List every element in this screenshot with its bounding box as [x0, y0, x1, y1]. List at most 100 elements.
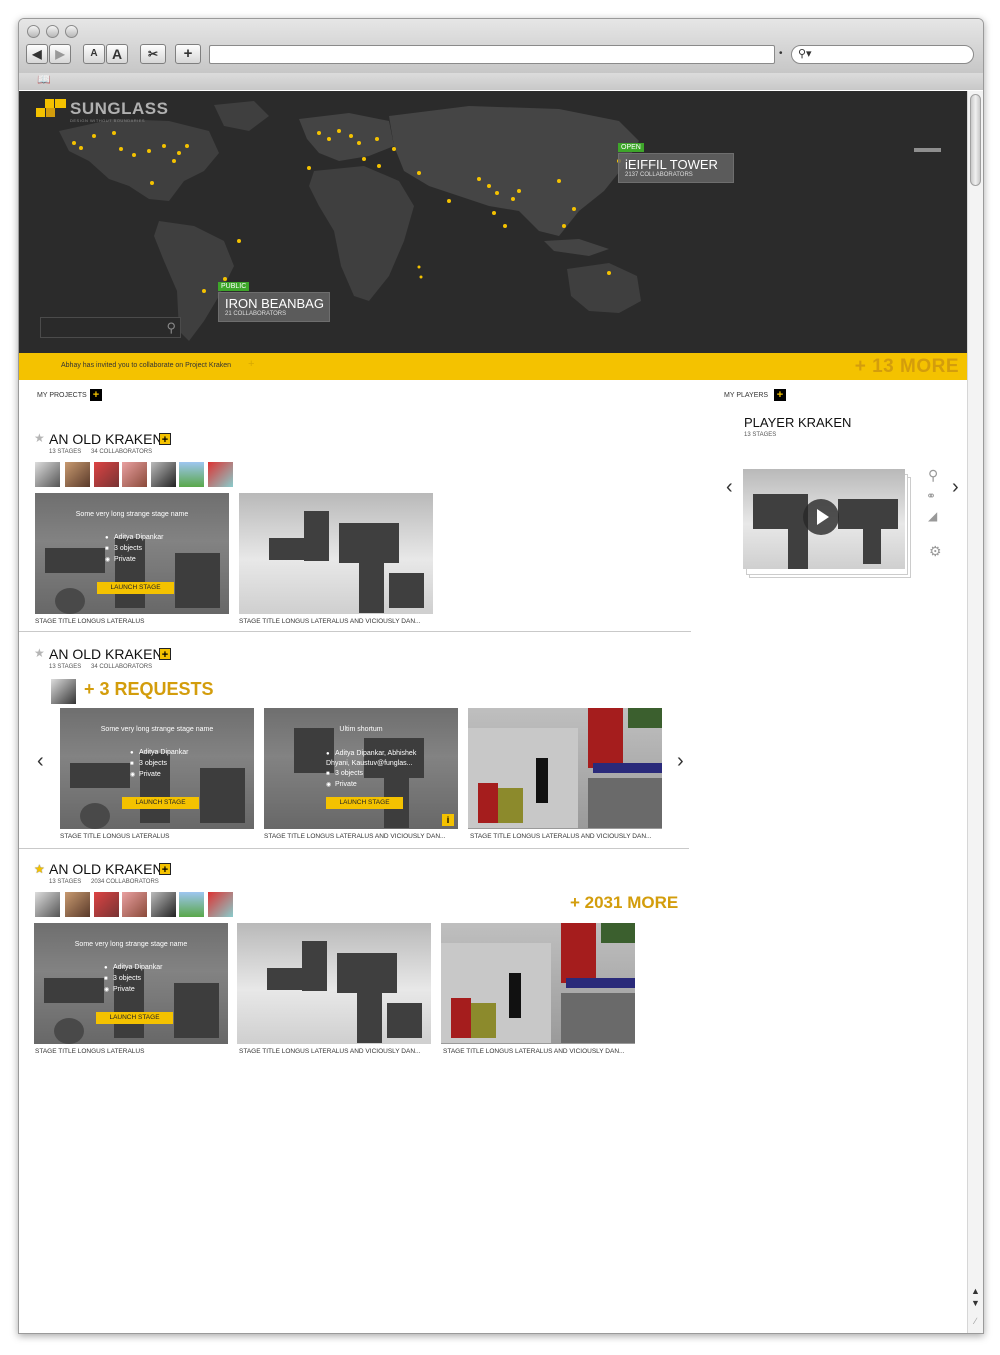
project-stages: 13 STAGES — [49, 664, 82, 670]
world-map-hero: SUNGLASS DESIGN WITHOUT BOUNDARIES OPEN … — [19, 91, 967, 353]
stage-caption[interactable]: STAGE TITLE LONGUS LATERALUS — [35, 1048, 144, 1055]
scroll-down-icon[interactable]: ▼ — [968, 1298, 983, 1308]
stage-caption[interactable]: STAGE TITLE LONGUS LATERALUS — [60, 833, 169, 840]
more-notifications-link[interactable]: + 13 MORE — [855, 356, 959, 378]
map-project-pin[interactable]: OPEN iEIFFIL TOWER 2137 COLLABORATORS — [618, 143, 734, 183]
gear-icon[interactable]: ⚙ — [929, 543, 942, 560]
text-larger-button[interactable]: A — [106, 44, 128, 64]
map-project-pin[interactable]: PUBLIC IRON BEANBAG 21 COLLABORATORS — [218, 282, 330, 322]
stage-card[interactable] — [441, 923, 635, 1044]
add-stage-button[interactable]: + — [159, 648, 171, 661]
objects-icon: ■ — [326, 771, 330, 777]
link-icon[interactable]: ⚭ — [926, 489, 936, 503]
avatar[interactable] — [207, 461, 234, 488]
accept-invite-button[interactable]: + — [248, 358, 254, 370]
avatar[interactable] — [93, 461, 120, 488]
stage-objects: ■ 3 objects — [130, 760, 168, 767]
collapse-map-button[interactable] — [914, 148, 941, 152]
chevron-left-icon[interactable]: ‹ — [37, 750, 44, 773]
stage-info-overlay: Some very long strange stage name ● Adity… — [34, 923, 228, 1044]
info-icon[interactable]: i — [442, 814, 454, 826]
avatar[interactable] — [93, 891, 120, 918]
search-icon[interactable]: ⚲ — [166, 320, 176, 336]
chevron-right-icon[interactable]: › — [952, 476, 959, 499]
signal-icon[interactable]: ◢ — [928, 509, 937, 523]
project-title[interactable]: AN OLD KRAKEN — [49, 431, 163, 447]
scrollbar-thumb[interactable] — [970, 94, 981, 186]
avatar[interactable] — [121, 461, 148, 488]
avatar[interactable] — [207, 891, 234, 918]
project-title[interactable]: AN OLD KRAKEN — [49, 646, 163, 662]
bookmark-scissors-icon[interactable]: ✂ — [140, 44, 166, 64]
star-icon[interactable]: ★ — [34, 431, 45, 445]
stage-card[interactable]: Some very long strange stage name ● Adity… — [35, 493, 229, 614]
add-stage-button[interactable]: + — [159, 433, 171, 446]
stage-caption[interactable]: STAGE TITLE LONGUS LATERALUS AND VICIOUS… — [239, 618, 420, 625]
add-stage-button[interactable]: + — [159, 863, 171, 876]
avatar[interactable] — [34, 461, 61, 488]
stage-caption[interactable]: STAGE TITLE LONGUS LATERALUS AND VICIOUS… — [443, 1048, 624, 1055]
project-collaborators: 34 COLLABORATORS — [91, 449, 153, 455]
avatar[interactable] — [150, 461, 177, 488]
avatar[interactable] — [64, 891, 91, 918]
status-badge: OPEN — [618, 143, 644, 152]
stage-info-overlay: Ultim shortum ● Aditya Dipankar, Abhishek… — [264, 708, 458, 829]
forward-icon[interactable]: ▶ — [49, 44, 71, 64]
chevron-left-icon[interactable]: ‹ — [726, 476, 733, 499]
stage-card[interactable]: Some very long strange stage name ● Adity… — [34, 923, 228, 1044]
stage-card[interactable]: Some very long strange stage name ● Adity… — [60, 708, 254, 829]
star-icon[interactable]: ★ — [34, 862, 45, 876]
world-map[interactable] — [19, 91, 967, 353]
stage-caption[interactable]: STAGE TITLE LONGUS LATERALUS — [35, 618, 144, 625]
zoom-window-button[interactable] — [65, 25, 78, 38]
add-project-button[interactable]: + — [90, 389, 102, 401]
player-title[interactable]: PLAYER KRAKEN — [744, 415, 851, 430]
stage-caption[interactable]: STAGE TITLE LONGUS LATERALUS AND VICIOUS… — [239, 1048, 420, 1055]
launch-stage-button[interactable]: LAUNCH STAGE — [326, 797, 403, 809]
eye-icon: ◉ — [130, 772, 136, 778]
close-window-button[interactable] — [27, 25, 40, 38]
avatar[interactable] — [178, 461, 205, 488]
avatar[interactable] — [150, 891, 177, 918]
resize-grip-icon[interactable]: ∕ — [968, 1316, 983, 1326]
pending-requests-link[interactable]: + 3 REQUESTS — [84, 679, 214, 700]
text-smaller-button[interactable]: A — [83, 44, 105, 64]
avatar[interactable] — [50, 678, 77, 705]
browser-search-input[interactable]: ⚲▾ — [791, 45, 974, 64]
avatar[interactable] — [34, 891, 61, 918]
player-thumbnail[interactable] — [743, 469, 905, 569]
avatar[interactable] — [64, 461, 91, 488]
back-icon[interactable]: ◀ — [26, 44, 48, 64]
stage-card[interactable] — [468, 708, 662, 829]
book-icon[interactable]: 📖 — [37, 73, 51, 86]
search-icon[interactable]: ⚲ — [928, 467, 938, 484]
star-icon[interactable]: ★ — [34, 646, 45, 660]
sunglass-logo[interactable]: SUNGLASS DESIGN WITHOUT BOUNDARIES — [36, 99, 168, 123]
launch-stage-button[interactable]: LAUNCH STAGE — [122, 797, 199, 809]
sunglass-logo-mark-icon — [36, 99, 66, 117]
avatar[interactable] — [121, 891, 148, 918]
avatar[interactable] — [178, 891, 205, 918]
map-search-input[interactable]: ⚲ — [40, 317, 181, 338]
project-title[interactable]: AN OLD KRAKEN — [49, 861, 163, 877]
north-america-shape — [59, 119, 219, 201]
address-bar[interactable] — [209, 45, 775, 64]
stage-card[interactable] — [239, 493, 433, 614]
add-player-button[interactable]: + — [774, 389, 786, 401]
launch-stage-button[interactable]: LAUNCH STAGE — [97, 582, 174, 594]
stage-card[interactable]: Ultim shortum ● Aditya Dipankar, Abhishek… — [264, 708, 458, 829]
eye-icon: ◉ — [105, 557, 111, 563]
stage-caption[interactable]: STAGE TITLE LONGUS LATERALUS AND VICIOUS… — [470, 833, 651, 840]
more-collaborators-link[interactable]: + 2031 MORE — [570, 893, 678, 913]
invite-notification[interactable]: Abhay has invited you to collaborate on … — [61, 362, 231, 369]
scroll-up-icon[interactable]: ▲ — [968, 1286, 983, 1296]
url-dropdown-icon[interactable]: • — [779, 48, 783, 59]
play-button[interactable] — [803, 499, 839, 535]
launch-stage-button[interactable]: LAUNCH STAGE — [96, 1012, 173, 1024]
chevron-right-icon[interactable]: › — [677, 750, 684, 773]
stage-card[interactable] — [237, 923, 431, 1044]
minimize-window-button[interactable] — [46, 25, 59, 38]
vertical-scrollbar[interactable]: ▲ ▼ ∕ — [967, 91, 983, 1333]
stage-caption[interactable]: STAGE TITLE LONGUS LATERALUS AND VICIOUS… — [264, 833, 445, 840]
add-bookmark-button[interactable]: + — [175, 44, 201, 64]
